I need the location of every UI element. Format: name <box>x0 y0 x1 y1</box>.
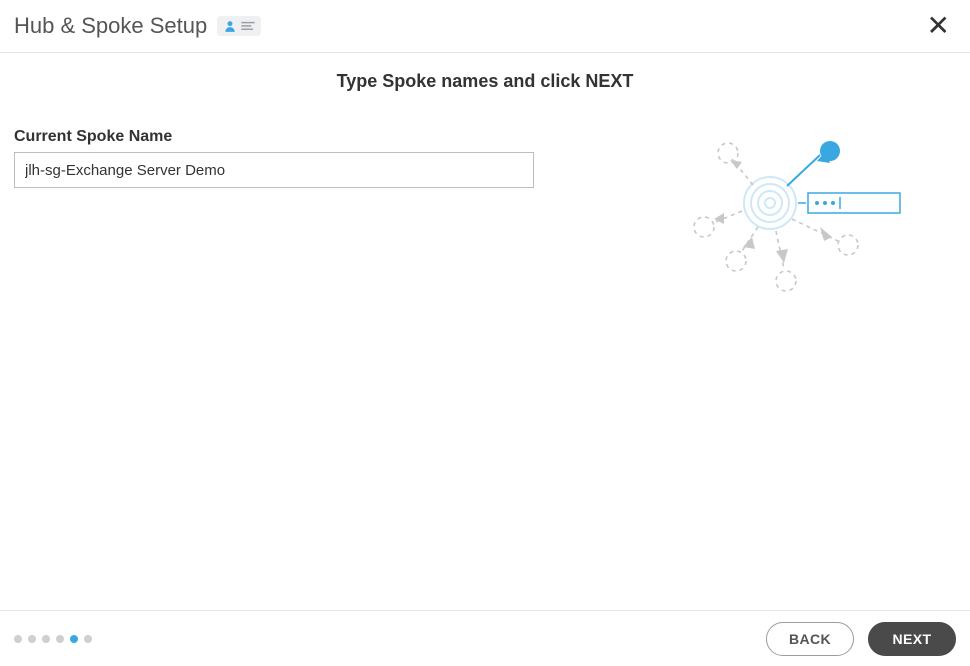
step-dot <box>14 635 22 643</box>
current-spoke-input[interactable] <box>14 152 534 188</box>
step-dot <box>84 635 92 643</box>
step-indicator <box>14 635 92 643</box>
list-icon <box>241 21 255 31</box>
dialog-title: Hub & Spoke Setup <box>14 13 207 39</box>
step-dot <box>56 635 64 643</box>
next-button[interactable]: NEXT <box>868 622 956 656</box>
spoke-name-form: Current Spoke Name <box>14 128 534 188</box>
current-spoke-label: Current Spoke Name <box>14 128 534 146</box>
dialog-footer: BACK NEXT <box>0 610 970 666</box>
instruction-text: Type Spoke names and click NEXT <box>14 71 956 92</box>
close-icon: ✕ <box>927 10 950 41</box>
dialog-header: Hub & Spoke Setup ✕ <box>0 0 970 53</box>
dialog-content: Type Spoke names and click NEXT Current … <box>0 53 970 613</box>
hub-spoke-illustration <box>680 111 910 311</box>
header-left: Hub & Spoke Setup <box>14 13 261 39</box>
back-button[interactable]: BACK <box>766 622 854 656</box>
step-dot <box>28 635 36 643</box>
close-button[interactable]: ✕ <box>921 10 956 42</box>
user-icon <box>223 19 237 33</box>
user-chip[interactable] <box>217 16 261 36</box>
footer-buttons: BACK NEXT <box>766 622 956 656</box>
step-dot <box>42 635 50 643</box>
step-dot <box>70 635 78 643</box>
